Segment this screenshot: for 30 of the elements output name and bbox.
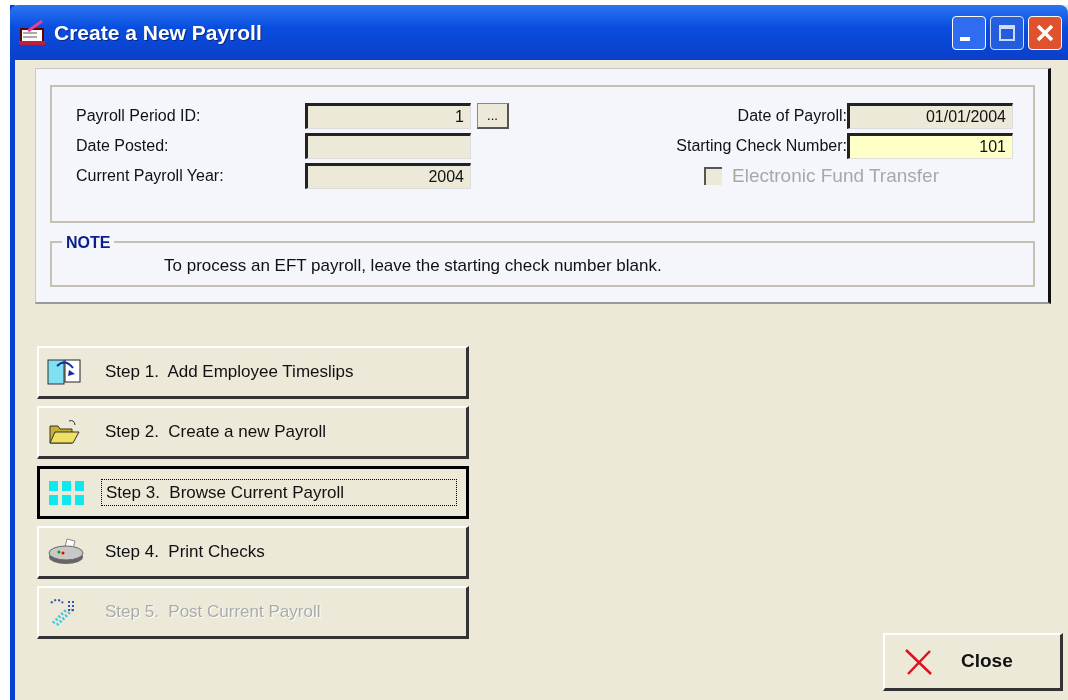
text-field[interactable]: 01/01/2004 — [847, 103, 1013, 129]
maximize-icon — [998, 23, 1016, 42]
note-text: To process an EFT payroll, leave the starting check number blank. — [164, 256, 662, 275]
text-field[interactable]: 1 — [305, 103, 471, 129]
step-button[interactable]: Step 4. Print Checks — [37, 526, 469, 579]
folder-icon — [47, 418, 81, 446]
field-label: Starting Check Number: — [676, 136, 847, 156]
step-button[interactable]: Step 3. Browse Current Payroll — [37, 466, 469, 519]
close-icon — [1035, 22, 1055, 43]
step-button[interactable]: Step 1. Add Employee Timeslips — [37, 346, 469, 399]
maximize-button[interactable] — [990, 15, 1024, 50]
field-label: Date of Payroll: — [737, 106, 847, 126]
minimize-icon — [960, 36, 970, 41]
text-field[interactable]: 101 — [847, 133, 1013, 159]
field-label: Date Posted: — [76, 136, 170, 156]
transfer-icon — [47, 358, 81, 386]
text-field[interactable]: 2004 — [305, 163, 471, 189]
minimize-button[interactable] — [952, 15, 986, 50]
close-window-button[interactable] — [1028, 15, 1062, 50]
printer-icon — [47, 537, 85, 567]
window-title: Create a New Payroll — [54, 19, 262, 46]
app-icon — [18, 18, 48, 47]
text-field[interactable] — [305, 133, 471, 159]
grid-icon — [48, 478, 86, 507]
field-label: Payroll Period ID: — [76, 106, 202, 126]
step-button[interactable]: Step 2. Create a new Payroll — [37, 406, 469, 459]
close-button[interactable]: Close — [883, 633, 1063, 691]
field-label: Current Payroll Year: — [76, 166, 225, 186]
checkbox-label: Electronic Fund Transfer — [732, 163, 939, 188]
lookup-button[interactable]: ... — [477, 103, 509, 129]
